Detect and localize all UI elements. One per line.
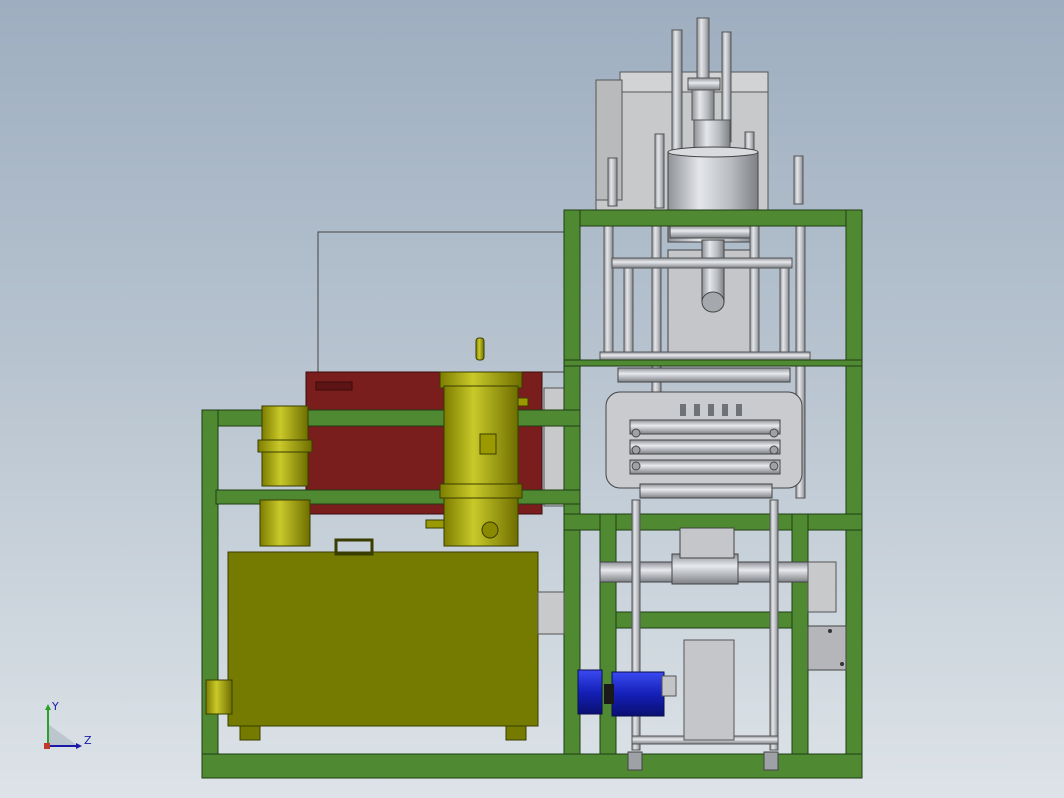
y-axis-label: Y [51,700,59,713]
cad-viewport[interactable]: Y Z [0,0,1064,798]
tube-bundle [605,367,803,499]
z-axis-label: Z [84,734,92,747]
main-vessel [667,146,759,361]
axis-triad: Y Z [44,700,92,749]
cad-model-scene[interactable] [0,0,1064,798]
heater-box [305,231,565,515]
pump-motor [577,669,677,717]
left-filter-cylinder [257,405,313,547]
oil-tank [205,538,565,741]
